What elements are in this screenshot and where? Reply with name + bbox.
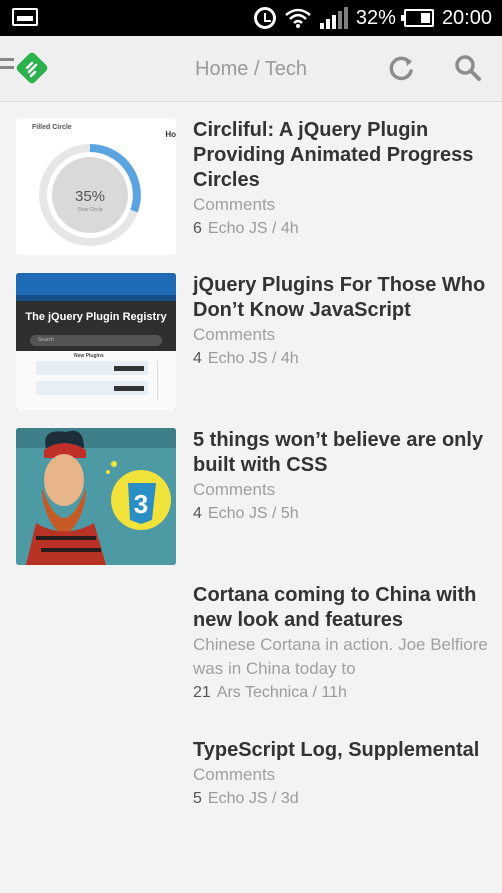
thumb-heading: The jQuery Plugin Registry — [25, 311, 167, 323]
article-title[interactable]: Cortana coming to China with new look an… — [193, 583, 493, 633]
article-meta: 4 Echo JS / 4h — [193, 347, 493, 371]
comment-count: 21 — [193, 684, 211, 701]
alarm-icon — [253, 7, 276, 29]
article-subtitle: Comments — [193, 325, 276, 344]
css3-mural-image: 3 — [16, 428, 176, 565]
comment-count: 4 — [193, 505, 202, 522]
article-meta: 5 Echo JS / 3d — [193, 787, 493, 811]
thumb-header-bar — [16, 273, 176, 295]
article-meta: 21 Ars Technica / 11h — [193, 681, 493, 705]
comment-count: 4 — [193, 350, 202, 367]
article-source: Echo JS / 3d — [207, 790, 299, 807]
comment-count: 6 — [193, 220, 202, 237]
article-text[interactable]: jQuery Plugins For Those Who Don’t Know … — [193, 273, 493, 371]
progress-percent: 35% — [74, 188, 106, 205]
comment-count: 5 — [193, 790, 202, 807]
thumb-label-2: Ho — [165, 130, 176, 139]
battery-percent: 32% — [355, 6, 396, 29]
refresh-icon[interactable] — [387, 53, 417, 83]
article-title[interactable]: TypeScript Log, Supplemental — [193, 738, 493, 763]
status-bar: 32% 20:00 — [0, 0, 502, 36]
toolbar: Home / Tech — [0, 36, 502, 102]
article-title[interactable]: 5 things won’t believe are only built wi… — [193, 428, 493, 478]
article-text[interactable]: Cortana coming to China with new look an… — [193, 583, 493, 705]
article-title[interactable]: jQuery Plugins For Those Who Don’t Know … — [193, 273, 493, 323]
breadcrumb[interactable]: Home / Tech — [0, 58, 502, 81]
article-meta: 4 Echo JS / 5h — [193, 502, 493, 526]
article-thumbnail[interactable]: Filled Circle Ho 35% Slow Circle — [16, 118, 176, 255]
status-icons: 32% 20:00 — [253, 0, 492, 36]
article-source: Ars Technica / 11h — [216, 684, 347, 701]
article-subtitle: Comments — [193, 480, 276, 499]
article-meta: 6 Echo JS / 4h — [193, 217, 493, 241]
thumb-content: New Plugins — [16, 351, 176, 410]
article-text[interactable]: 5 things won’t believe are only built wi… — [193, 428, 493, 526]
thumb-sidebar — [157, 361, 172, 401]
article-thumbnail[interactable]: The jQuery Plugin Registry Search New Pl… — [16, 273, 176, 410]
thumb-row — [36, 381, 148, 395]
article-thumbnail[interactable]: 3 — [16, 428, 176, 565]
thumb-section: New Plugins — [74, 353, 104, 359]
article-subtitle: Comments — [193, 195, 276, 214]
screenshot-notification-icon — [12, 8, 38, 26]
search-icon[interactable] — [454, 54, 482, 82]
article-subtitle: Chinese Cortana in action. Joe Belfiore … — [193, 635, 488, 678]
thumb-search: Search — [30, 335, 162, 346]
thumb-row — [36, 361, 148, 375]
article-source: Echo JS / 5h — [207, 505, 299, 522]
signal-icon — [319, 7, 348, 29]
article-title[interactable]: Circliful: A jQuery Plugin Providing Ani… — [193, 118, 493, 193]
svg-text:3: 3 — [134, 489, 148, 519]
article-text[interactable]: TypeScript Log, Supplemental Comments 5E… — [193, 738, 493, 811]
article-source: Echo JS / 4h — [207, 350, 299, 367]
wifi-icon — [284, 6, 312, 30]
battery-icon — [400, 9, 434, 27]
thumb-nav-bar — [16, 295, 176, 301]
progress-caption: Slow Circle — [77, 207, 103, 213]
thumb-label: Filled Circle — [32, 124, 72, 131]
article-text[interactable]: Circliful: A jQuery Plugin Providing Ani… — [193, 118, 493, 241]
clock: 20:00 — [441, 6, 492, 29]
article-subtitle: Comments — [193, 765, 276, 784]
article-source: Echo JS / 4h — [207, 220, 299, 237]
